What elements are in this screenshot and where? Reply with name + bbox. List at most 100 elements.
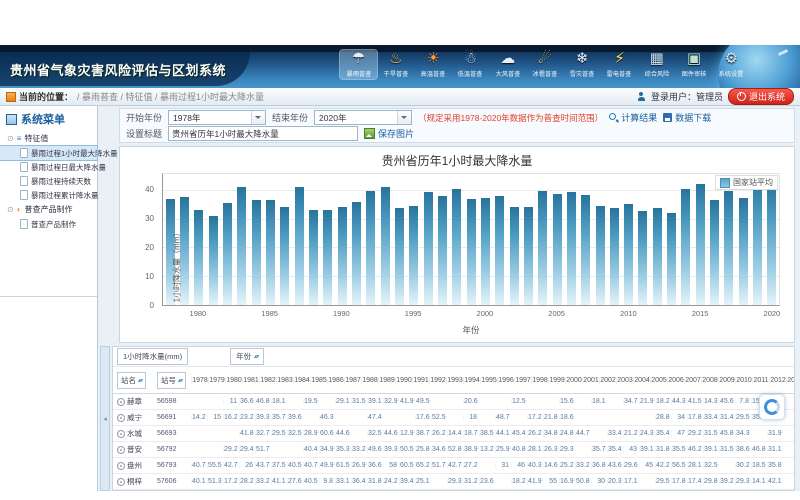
sidebar-title-label: 系统菜单	[21, 111, 65, 127]
chart-legend[interactable]: 国家站平均	[715, 175, 778, 190]
value-cell: 61.5	[335, 462, 351, 469]
nav-lightning-survey[interactable]: ⚡雷电普查	[601, 50, 638, 79]
x-tick-label	[736, 309, 750, 320]
table-row[interactable]: 盘州5679340.755.542.72643.737.540.540.749.…	[113, 458, 794, 474]
sidebar-group-survey-products[interactable]: ⊙◐普查产品制作	[0, 202, 97, 217]
nav-map-review[interactable]: ▣图件审核	[675, 50, 712, 79]
table-row[interactable]: 赫章565981136.646.818.119.529.131.539.132.…	[113, 394, 794, 410]
sidebar-group-feature-values[interactable]: ⊙≡特征值	[0, 131, 97, 146]
x-tick-label	[278, 309, 292, 320]
year-column-header: 1988	[361, 377, 378, 384]
table-row[interactable]: 水城5669341.832.729.532.528.960.644.632.54…	[113, 426, 794, 442]
value-cell: 15	[207, 414, 223, 421]
row-radio[interactable]	[117, 430, 125, 438]
start-year-value: 1978年	[173, 112, 200, 124]
collapse-handle[interactable]: ◂	[100, 346, 110, 491]
year-column-header: 1998	[531, 377, 548, 384]
sidebar-item[interactable]: 暴雨过程日最大降水量	[0, 160, 97, 174]
value-cell: 21.2	[623, 430, 639, 437]
row-radio[interactable]	[117, 398, 125, 406]
x-tick-label	[637, 309, 651, 320]
x-tick-label: 2010	[620, 309, 637, 320]
chart-title-input[interactable]	[168, 126, 358, 141]
bar-slot	[636, 174, 650, 305]
logout-button[interactable]: 退出系统	[728, 88, 794, 105]
value-cell: 40.4	[303, 446, 319, 453]
bar-2014	[681, 189, 690, 305]
sidebar-item[interactable]: 暴雨过程持续天数	[0, 174, 97, 188]
row-radio[interactable]	[117, 462, 125, 470]
station-name-header[interactable]: 站名 ▴▾	[117, 372, 146, 389]
nav-hail-survey[interactable]: ☄冰雹普查	[526, 50, 563, 79]
nav-system-settings[interactable]: ⚙系统设置	[713, 50, 750, 79]
value-cell: 29.8	[703, 478, 719, 485]
value-cell: 40.8	[511, 446, 527, 453]
nav-gale-survey[interactable]: ☁大风普查	[489, 50, 526, 79]
y-tick-label: 30	[145, 214, 154, 223]
station-name-cell: 水城	[113, 428, 157, 439]
x-tick-label	[678, 309, 692, 320]
value-cell: 14.3	[703, 398, 719, 405]
row-radio[interactable]	[117, 478, 125, 486]
sidebar-item[interactable]: 暴雨过程1小时最大降水量	[0, 146, 97, 160]
download-data-button[interactable]: 数据下载	[663, 111, 711, 124]
bar-1981	[209, 216, 218, 305]
location-icon	[6, 92, 16, 102]
bar-slot	[622, 174, 636, 305]
station-name: 水城	[127, 428, 142, 439]
legend-label: 国家站平均	[733, 177, 773, 188]
bar-2016	[710, 200, 719, 305]
nav-snow-survey[interactable]: ❄雪灾普查	[564, 50, 601, 79]
breadcrumb: / 暴雨普查 / 特征值 / 暴雨过程1小时最大降水量	[77, 90, 264, 103]
bar-slot	[335, 174, 349, 305]
station-id-cell: 56693	[157, 430, 191, 437]
year-column-header: 2004	[633, 377, 650, 384]
table-row[interactable]: 威宁5669114.21516.223.239.335.739.646.347.…	[113, 410, 794, 426]
sidebar-item[interactable]: 普查产品制作	[0, 217, 97, 231]
sidebar-item[interactable]: 暴雨过程累计降水量	[0, 188, 97, 202]
nav-label: 干旱普查	[384, 68, 409, 78]
row-radio[interactable]	[117, 446, 125, 454]
power-icon	[737, 92, 746, 101]
table-row[interactable]: 普安5679229.229.451.740.434.935.333.249.63…	[113, 442, 794, 458]
year-column-header: 2013	[786, 377, 795, 384]
bar-2018	[739, 198, 748, 305]
nav-rainstorm-survey[interactable]: ☂暴雨普查	[340, 50, 377, 79]
save-image-button[interactable]: 保存图片	[364, 127, 414, 140]
value-cell: 39.6	[287, 414, 303, 421]
value-cell: 48.7	[495, 414, 511, 421]
start-year-select[interactable]: 1978年	[168, 110, 266, 125]
bar-slot	[722, 174, 736, 305]
nav-high-temp-survey[interactable]: ☀高温普查	[415, 50, 452, 79]
nav-low-temp-survey[interactable]: ☃低温普查	[452, 50, 489, 79]
bar-1993	[381, 187, 390, 305]
value-cell: 37.5	[271, 462, 287, 469]
value-cell: 60.6	[319, 430, 335, 437]
calculate-button[interactable]: 计算结果	[609, 111, 657, 124]
location-label: 当前的位置：	[19, 90, 73, 103]
bar-1996	[424, 192, 433, 305]
bar-1983	[237, 187, 246, 305]
value-cell: 41.9	[399, 398, 415, 405]
table-row[interactable]: 桐梓5760640.151.317.228.233.241.127.640.59…	[113, 474, 794, 490]
station-id-header[interactable]: 站号 ▴▾	[157, 372, 186, 389]
value-cell: 46.3	[319, 414, 335, 421]
value-cell: 35.7	[271, 414, 287, 421]
station-name: 威宁	[127, 412, 142, 423]
year-sort-box[interactable]: 年份 ▴▾	[230, 348, 264, 365]
grid-header-row: 站名 ▴▾ 站号 ▴▾ 1978197919801981198219831984…	[113, 367, 794, 394]
map-review-icon: ▣	[687, 51, 701, 67]
value-cell: 30	[591, 478, 607, 485]
measure-label: 1小时降水量(mm)	[123, 351, 182, 362]
value-cell: 16.9	[559, 478, 575, 485]
value-cell: 24.8	[559, 430, 575, 437]
nav-label: 大风普查	[495, 68, 520, 78]
end-year-select[interactable]: 2020年	[314, 110, 412, 125]
x-tick-label	[435, 309, 449, 320]
nav-drought-survey[interactable]: ♨干旱普查	[377, 50, 414, 79]
year-column-header: 1980	[225, 377, 242, 384]
value-cell: 14.1	[751, 478, 767, 485]
data-grid: 1小时降水量(mm) 年份 ▴▾ 站名 ▴▾	[112, 346, 795, 491]
nav-comprehensive-risk[interactable]: ▦综合风险	[638, 50, 675, 79]
row-radio[interactable]	[117, 414, 125, 422]
